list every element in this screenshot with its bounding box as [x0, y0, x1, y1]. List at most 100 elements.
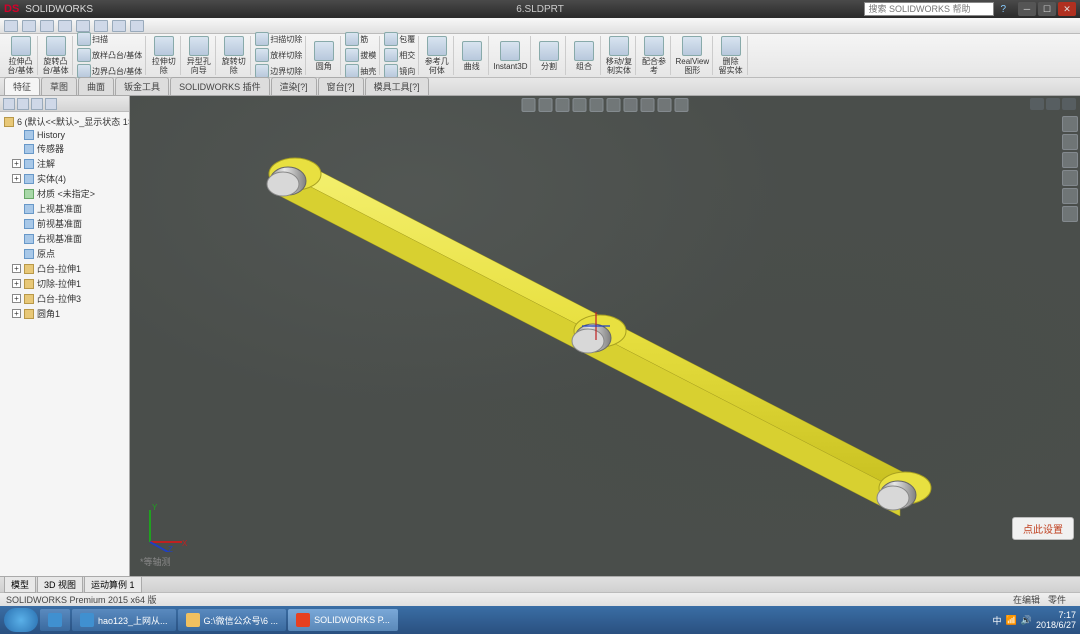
- tree-item[interactable]: +圆角1: [2, 306, 127, 321]
- motion-tab[interactable]: 运动算例 1: [84, 576, 142, 593]
- ribbon-small-command[interactable]: 扫描: [77, 32, 142, 47]
- qat-redo-icon[interactable]: [94, 20, 108, 32]
- tray-network-icon[interactable]: 📶: [1006, 615, 1017, 626]
- command-tab[interactable]: 特征: [4, 77, 40, 95]
- command-tab[interactable]: 钣金工具: [115, 77, 169, 95]
- config-tab-icon[interactable]: [31, 98, 43, 110]
- svg-text:Z: Z: [168, 545, 173, 552]
- taskbar-button[interactable]: SOLIDWORKS P...: [288, 609, 398, 631]
- feature-icon: [24, 309, 34, 319]
- system-tray[interactable]: 中 📶 🔊 7:17 2018/6/27: [993, 610, 1077, 630]
- ribbon-small-command[interactable]: 相交: [384, 48, 415, 63]
- tree-item[interactable]: +实体(4): [2, 171, 127, 186]
- qat-open-icon[interactable]: [22, 20, 36, 32]
- ribbon-small-command[interactable]: 扫描切除: [255, 32, 302, 47]
- ribbon-command-icon[interactable]: [154, 36, 174, 56]
- expand-icon[interactable]: +: [12, 279, 21, 288]
- help-search-input[interactable]: [864, 2, 994, 16]
- tray-ime-icon[interactable]: 中: [993, 614, 1002, 627]
- expand-icon[interactable]: +: [12, 309, 21, 318]
- ribbon-command-icon[interactable]: [462, 41, 482, 61]
- ribbon-small-icon: [77, 48, 91, 62]
- qat-print-icon[interactable]: [58, 20, 72, 32]
- qat-rebuild-icon[interactable]: [112, 20, 126, 32]
- command-tab[interactable]: 窗台[?]: [318, 77, 364, 95]
- qat-options-icon[interactable]: [130, 20, 144, 32]
- command-tab[interactable]: 曲面: [78, 77, 114, 95]
- pinned-app-icon[interactable]: [40, 609, 70, 631]
- ribbon-command-icon[interactable]: [644, 36, 664, 56]
- taskbar-button[interactable]: hao123_上网从...: [72, 609, 176, 631]
- ribbon-small-command[interactable]: 放样凸台/基体: [77, 48, 142, 63]
- tree-item[interactable]: +切除-拉伸1: [2, 276, 127, 291]
- app-logo: DS: [4, 3, 19, 15]
- taskbar-app-label: SOLIDWORKS P...: [314, 615, 390, 625]
- ribbon-small-label: 放样凸台/基体: [92, 51, 142, 60]
- tree-item[interactable]: 右视基准面: [2, 231, 127, 246]
- tree-item[interactable]: + 注解: [2, 156, 127, 171]
- tree-item[interactable]: History: [2, 129, 127, 141]
- ribbon-command-icon[interactable]: [574, 41, 594, 61]
- command-tab[interactable]: 渲染[?]: [271, 77, 317, 95]
- feature-icon: [24, 189, 34, 199]
- minimize-button[interactable]: ─: [1018, 2, 1036, 16]
- tray-volume-icon[interactable]: 🔊: [1021, 615, 1032, 626]
- ribbon-command-icon[interactable]: [721, 36, 741, 56]
- feature-tree[interactable]: 6 (默认<<默认>_显示状态 1>) History传感器 + 注解+实体(4)材…: [0, 112, 129, 576]
- tree-root[interactable]: 6 (默认<<默认>_显示状态 1>): [2, 114, 127, 129]
- property-tab-icon[interactable]: [17, 98, 29, 110]
- tree-item[interactable]: 上视基准面: [2, 201, 127, 216]
- close-button[interactable]: ✕: [1058, 2, 1076, 16]
- expand-icon[interactable]: +: [12, 264, 21, 273]
- qat-undo-icon[interactable]: [76, 20, 90, 32]
- command-tab[interactable]: 模具工具[?]: [365, 77, 429, 95]
- taskbar-button[interactable]: G:\微信公众号\6 ...: [178, 609, 287, 631]
- expand-icon[interactable]: +: [12, 174, 21, 183]
- orientation-triad[interactable]: Y X Z: [140, 502, 190, 552]
- command-tab[interactable]: SOLIDWORKS 插件: [170, 77, 270, 95]
- ribbon-command-label: 参考几何体: [425, 57, 449, 75]
- tree-item[interactable]: 传感器: [2, 141, 127, 156]
- clock[interactable]: 7:17 2018/6/27: [1036, 610, 1076, 630]
- expand-icon[interactable]: +: [12, 159, 21, 168]
- qat-save-icon[interactable]: [40, 20, 54, 32]
- settings-hint-link[interactable]: 点此设置: [1012, 517, 1074, 540]
- ribbon-command-icon[interactable]: [46, 36, 66, 56]
- tree-item[interactable]: +凸台-拉伸3: [2, 291, 127, 306]
- ribbon-command-icon[interactable]: [500, 41, 520, 61]
- qat-new-icon[interactable]: [4, 20, 18, 32]
- feature-tree-tab-icon[interactable]: [3, 98, 15, 110]
- ribbon-command-label: 旋转切除: [222, 57, 246, 75]
- graphics-viewport[interactable]: Y X Z *等轴测 点此设置: [130, 96, 1080, 576]
- ribbon-small-command[interactable]: 筋: [345, 32, 376, 47]
- ribbon-command-icon[interactable]: [189, 36, 209, 56]
- status-type: 零件: [1048, 593, 1066, 606]
- ribbon-command-icon[interactable]: [427, 36, 447, 56]
- display-tab-icon[interactable]: [45, 98, 57, 110]
- tree-item[interactable]: 原点: [2, 246, 127, 261]
- ribbon-small-icon: [255, 48, 269, 62]
- motion-tab[interactable]: 3D 视图: [37, 576, 83, 593]
- maximize-button[interactable]: ☐: [1038, 2, 1056, 16]
- ribbon-command-icon[interactable]: [11, 36, 31, 56]
- command-tab[interactable]: 草图: [41, 77, 77, 95]
- expand-icon[interactable]: +: [12, 294, 21, 303]
- ribbon-small-command[interactable]: 包覆: [384, 32, 415, 47]
- document-name: 6.SLDPRT: [516, 4, 564, 15]
- ribbon-command-icon[interactable]: [539, 41, 559, 61]
- ribbon-command-icon[interactable]: [224, 36, 244, 56]
- tree-item[interactable]: 前视基准面: [2, 216, 127, 231]
- help-icon[interactable]: ?: [1000, 4, 1006, 15]
- ribbon-small-icon: [384, 32, 398, 46]
- tree-item-label: 注解: [37, 157, 55, 170]
- tree-item[interactable]: 材质 <未指定>: [2, 186, 127, 201]
- motion-tab[interactable]: 模型: [4, 576, 36, 593]
- ribbon-small-command[interactable]: 放样切除: [255, 48, 302, 63]
- ribbon-command-icon[interactable]: [314, 41, 334, 61]
- ribbon-small-label: 包覆: [399, 35, 415, 44]
- start-button[interactable]: [4, 608, 38, 632]
- ribbon-command-icon[interactable]: [609, 36, 629, 56]
- ribbon-small-command[interactable]: 拔模: [345, 48, 376, 63]
- tree-item[interactable]: +凸台-拉伸1: [2, 261, 127, 276]
- ribbon-command-icon[interactable]: [682, 36, 702, 56]
